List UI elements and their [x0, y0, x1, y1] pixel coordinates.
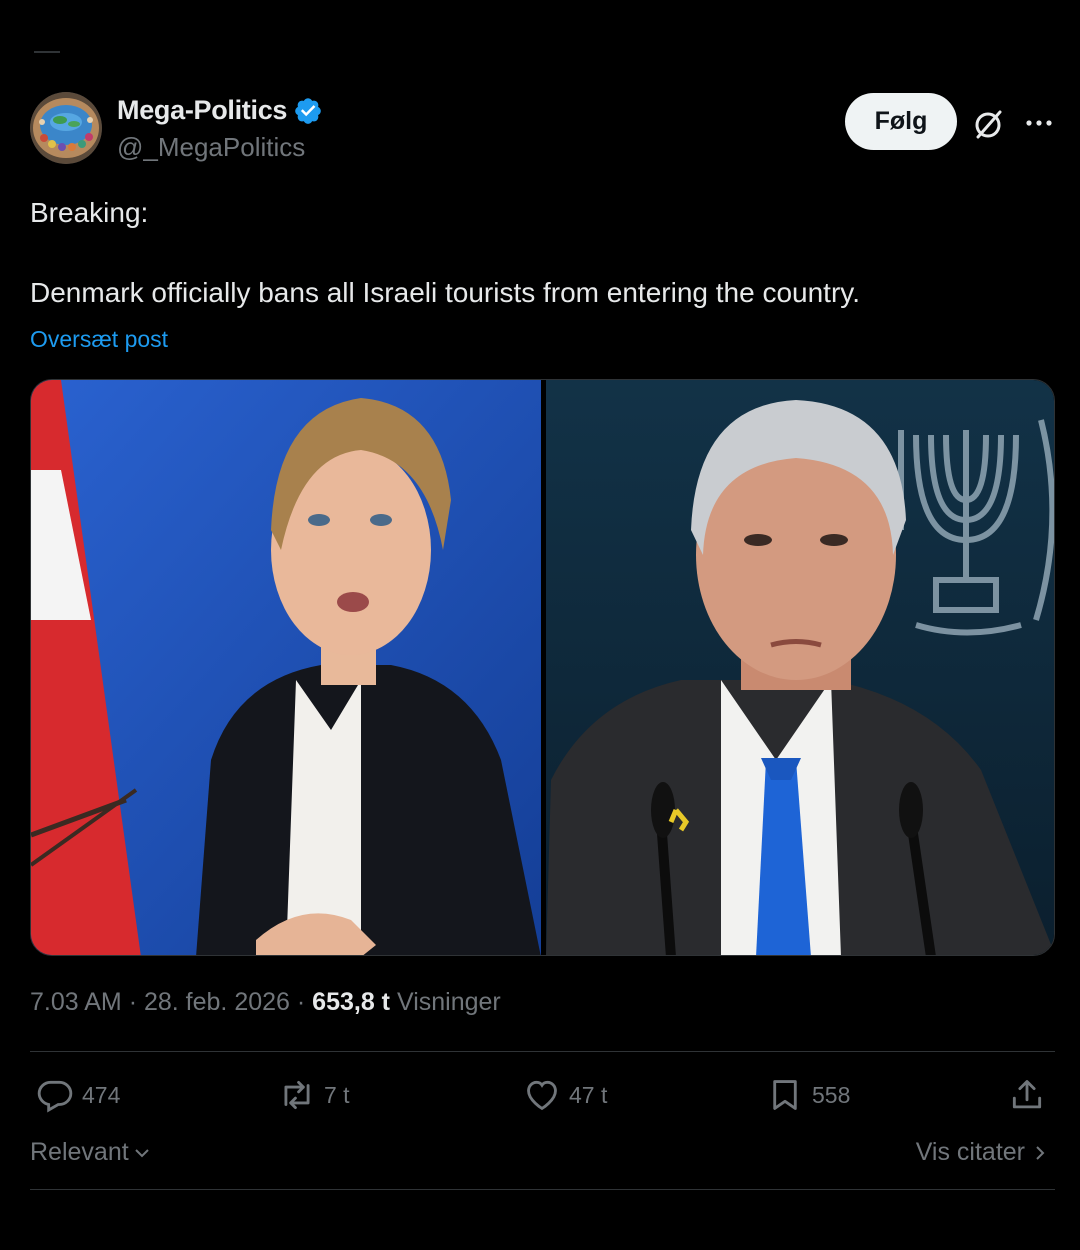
bookmark-button[interactable]: 558	[766, 1076, 850, 1114]
post-date[interactable]: 28. feb. 2026	[144, 988, 290, 1016]
sort-label: Relevant	[30, 1138, 129, 1166]
sort-replies-dropdown[interactable]: Relevant	[30, 1138, 151, 1167]
meta-separator: ·	[128, 988, 144, 1016]
share-icon	[1012, 1080, 1042, 1109]
translate-post-link[interactable]: Oversæt post	[30, 326, 168, 353]
author-handle[interactable]: @_MegaPolitics	[117, 132, 305, 163]
reply-count: 474	[82, 1081, 121, 1108]
like-count: 47 t	[569, 1081, 608, 1108]
post-text: Breaking: Denmark officially bans all Is…	[30, 197, 860, 308]
repost-count: 7 t	[324, 1081, 350, 1108]
views-count: 653,8 t	[312, 988, 391, 1016]
view-quotes-link[interactable]: Vis citater	[916, 1138, 1049, 1167]
share-button[interactable]	[1008, 1076, 1046, 1114]
post-actions: 474 7 t 47 t 558	[30, 1076, 1055, 1120]
reply-icon	[37, 1080, 73, 1113]
repost-icon	[284, 1080, 310, 1110]
author-display-name[interactable]: Mega-Politics	[117, 95, 287, 126]
bookmark-count: 558	[812, 1081, 851, 1108]
reply-button[interactable]: 474	[36, 1076, 120, 1114]
divider-top	[30, 1051, 1055, 1052]
post-media[interactable]	[30, 379, 1055, 956]
quotes-label: Vis citater	[915, 1138, 1025, 1166]
author-name-row[interactable]: Mega-Politics	[117, 95, 323, 126]
avatar-image	[30, 92, 102, 164]
post-meta: 7.03 AM · 28. feb. 2026 · 653,8 t Visnin…	[30, 988, 501, 1017]
chevron-down-icon	[134, 1148, 149, 1157]
repost-button[interactable]: 7 t	[278, 1076, 350, 1114]
bookmark-icon	[773, 1080, 797, 1110]
top-divider-stub	[34, 51, 60, 53]
follow-button[interactable]: Følg	[845, 93, 957, 150]
like-icon	[527, 1080, 557, 1111]
post-photo	[31, 380, 1054, 955]
post-header: Mega-Politics @_MegaPolitics Følg	[30, 92, 1055, 164]
chevron-right-icon	[1036, 1145, 1045, 1160]
views-label: Visninger	[396, 988, 501, 1016]
like-button[interactable]: 47 t	[523, 1076, 607, 1114]
post-time[interactable]: 7.03 AM	[30, 988, 122, 1016]
avatar[interactable]	[30, 92, 102, 164]
verified-badge-icon[interactable]	[293, 96, 323, 126]
meta-separator: ·	[296, 988, 313, 1016]
divider-bottom	[30, 1189, 1055, 1190]
grok-icon[interactable]	[970, 106, 1006, 142]
more-icon[interactable]	[1022, 106, 1056, 140]
